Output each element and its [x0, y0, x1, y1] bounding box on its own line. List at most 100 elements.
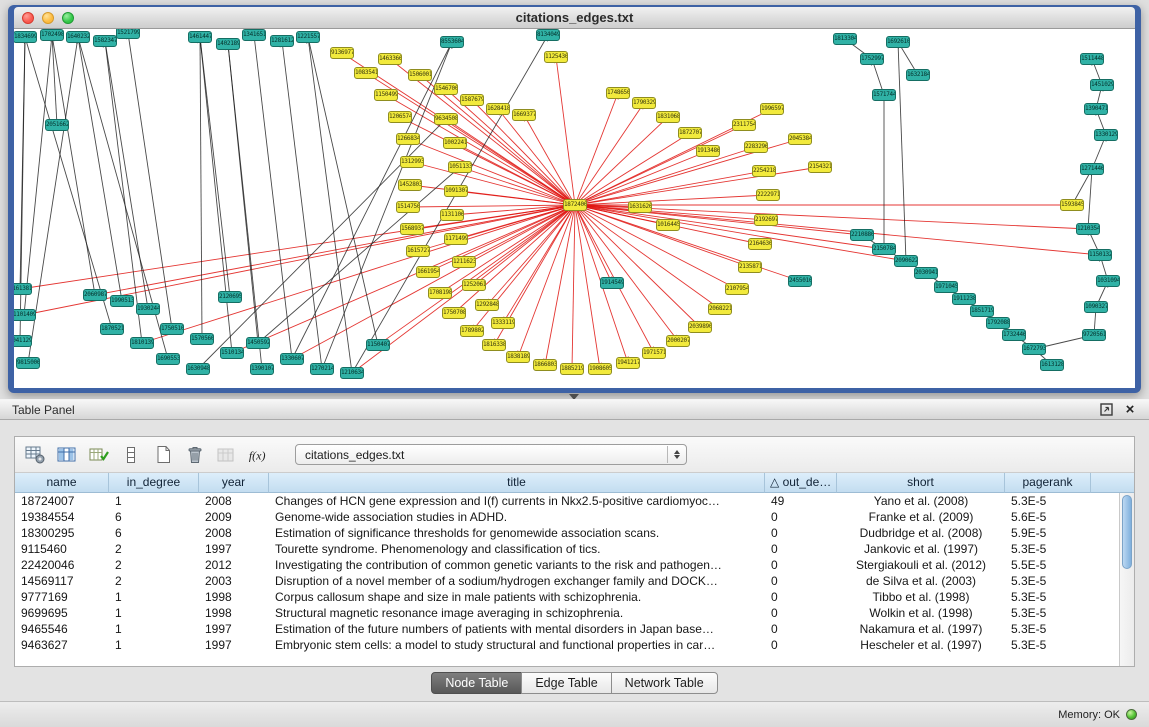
graph-node[interactable]: 15717441 — [872, 89, 896, 101]
graph-node[interactable]: 18517190 — [970, 305, 994, 317]
graph-node[interactable]: 18668039 — [533, 359, 557, 371]
graph-node[interactable]: 20002078 — [666, 335, 690, 347]
graph-node[interactable]: 17324466 — [1002, 329, 1026, 341]
graph-node[interactable]: 17486508 — [606, 87, 630, 99]
graph-node[interactable]: 15147509 — [396, 201, 420, 213]
graph-node[interactable]: 16284182 — [486, 103, 510, 115]
graph-node[interactable]: 12816125 — [270, 35, 294, 47]
graph-node[interactable]: 9720561 — [1082, 329, 1106, 341]
graph-node[interactable]: 15114480 — [1080, 53, 1104, 65]
graph-node[interactable]: 18133046 — [833, 33, 857, 45]
graph-node[interactable]: 22542183 — [752, 165, 776, 177]
graph-node[interactable]: 14505929 — [246, 337, 270, 349]
column-header[interactable]: △ out_de… — [765, 473, 837, 493]
graph-node[interactable]: 20309419 — [914, 267, 938, 279]
graph-node[interactable]: 20453842 — [788, 133, 812, 145]
close-panel-icon[interactable]: × — [1123, 403, 1137, 417]
graph-node[interactable]: 15060014 — [408, 69, 432, 81]
column-header[interactable]: short — [837, 473, 1005, 493]
column-header[interactable]: name — [15, 473, 109, 493]
graph-node[interactable]: 20516620 — [45, 119, 69, 131]
graph-node[interactable]: 18852197 — [560, 363, 584, 375]
graph-node[interactable]: 15101342 — [220, 347, 244, 359]
graph-node[interactable]: 20398908 — [688, 321, 712, 333]
graph-node[interactable]: 8553604 — [440, 36, 464, 48]
graph-node[interactable]: 16926103 — [886, 36, 910, 48]
graph-node[interactable]: 15876793 — [460, 94, 484, 106]
tab-node-table[interactable]: Node Table — [431, 672, 522, 694]
graph-node[interactable]: 13901075 — [250, 363, 274, 375]
scrollbar-thumb[interactable] — [1122, 495, 1132, 569]
graph-node[interactable]: 13331190 — [491, 317, 515, 329]
graph-node[interactable]: 21507842 — [872, 243, 896, 255]
graph-node[interactable]: 21206950 — [218, 291, 242, 303]
graph-node[interactable]: 23117548 — [732, 119, 756, 131]
table-row[interactable]: 946362711997Embryonic stem cells: a mode… — [15, 637, 1119, 653]
graph-node[interactable]: 24550102 — [788, 275, 812, 287]
table-row[interactable]: 969969511998Structural magnetic resonanc… — [15, 605, 1119, 621]
graph-node[interactable]: 11613818 — [14, 283, 32, 295]
graph-node[interactable]: 22229717 — [756, 189, 780, 201]
graph-node[interactable]: 11254309 — [544, 51, 568, 63]
graph-node[interactable]: 12714468 — [1080, 163, 1104, 175]
graph-node[interactable]: 18310682 — [656, 111, 680, 123]
graph-node[interactable]: 14021890 — [216, 38, 240, 50]
graph-node[interactable]: 17920885 — [986, 317, 1010, 329]
column-header[interactable]: in_degree — [109, 473, 199, 493]
graph-node[interactable]: 17024981 — [40, 29, 64, 41]
graph-node[interactable]: 14510290 — [1090, 79, 1114, 91]
graph-node[interactable]: 13904718 — [1084, 103, 1108, 115]
minimize-window-button[interactable] — [42, 12, 54, 24]
graph-node[interactable]: 15705602 — [190, 333, 214, 345]
table-row[interactable]: 1872400712008Changes of HCN gene express… — [15, 493, 1119, 509]
float-panel-icon[interactable] — [1099, 403, 1113, 417]
graph-node[interactable]: 12520618 — [462, 279, 486, 291]
column-visibility-icon[interactable] — [55, 444, 79, 466]
graph-node[interactable]: 16321847 — [906, 69, 930, 81]
graph-node[interactable]: 14528039 — [398, 179, 422, 191]
graph-node[interactable]: 14614471 — [188, 31, 212, 43]
graph-node[interactable]: 13129931 — [400, 156, 424, 168]
graph-node[interactable]: 16316264 — [628, 201, 652, 213]
graph-node[interactable]: 16619540 — [416, 266, 440, 278]
graph-node[interactable]: 20906225 — [894, 255, 918, 267]
table-scrollbar[interactable] — [1119, 493, 1134, 666]
graph-node[interactable]: 12702141 — [310, 363, 334, 375]
graph-node[interactable]: 15467009 — [434, 83, 458, 95]
graph-node[interactable]: 13416518 — [242, 29, 266, 41]
function-builder-icon[interactable]: f(x) — [247, 444, 271, 466]
graph-node[interactable]: 10913070 — [444, 185, 468, 197]
graph-node[interactable]: 22832961 — [744, 141, 768, 153]
graph-node[interactable]: 11501326 — [1088, 249, 1112, 261]
graph-node[interactable]: 11504073 — [366, 339, 390, 351]
graph-node[interactable]: 12116230 — [452, 256, 476, 268]
graph-node[interactable]: 10903278 — [1084, 301, 1108, 313]
column-header[interactable]: year — [199, 473, 269, 493]
edit-table-icon[interactable] — [87, 444, 111, 466]
graph-node[interactable]: 17529972 — [860, 53, 884, 65]
graph-node[interactable]: 16309483 — [186, 363, 210, 375]
graph-node[interactable]: 9136977 — [330, 47, 354, 59]
graph-node[interactable]: 11311062 — [440, 209, 464, 221]
graph-node[interactable]: 12928487 — [475, 299, 499, 311]
graph-node[interactable]: 18101392 — [130, 337, 154, 349]
table-row[interactable]: 1830029562008Estimation of significance … — [15, 525, 1119, 541]
table-row[interactable]: 911546021997Tourette syndrome. Phenomeno… — [15, 541, 1119, 557]
graph-node[interactable]: 13306071 — [280, 353, 304, 365]
graph-node[interactable]: 16131286 — [1040, 359, 1064, 371]
delete-table-icon[interactable] — [183, 444, 207, 466]
graph-node[interactable]: 16693779 — [512, 109, 536, 121]
graph-node[interactable]: 16727933 — [1022, 343, 1046, 355]
graph-node[interactable]: 9634508 — [434, 113, 458, 125]
graph-node[interactable]: 19412175 — [616, 357, 640, 369]
graph-node[interactable]: 18727077 — [678, 127, 702, 139]
graph-node[interactable]: 18163388 — [482, 339, 506, 351]
graph-node[interactable]: 10411298 — [14, 335, 32, 347]
close-window-button[interactable] — [22, 12, 34, 24]
graph-node[interactable]: 10022415 — [443, 137, 467, 149]
graph-node[interactable]: 17898028 — [460, 325, 484, 337]
graph-node[interactable]: 19965973 — [760, 103, 784, 115]
graph-node[interactable]: 12106342 — [340, 367, 364, 379]
graph-node[interactable]: 19086053 — [588, 363, 612, 375]
network-canvas[interactable]: 1872400791369771083541211504990120657461… — [14, 29, 1135, 388]
